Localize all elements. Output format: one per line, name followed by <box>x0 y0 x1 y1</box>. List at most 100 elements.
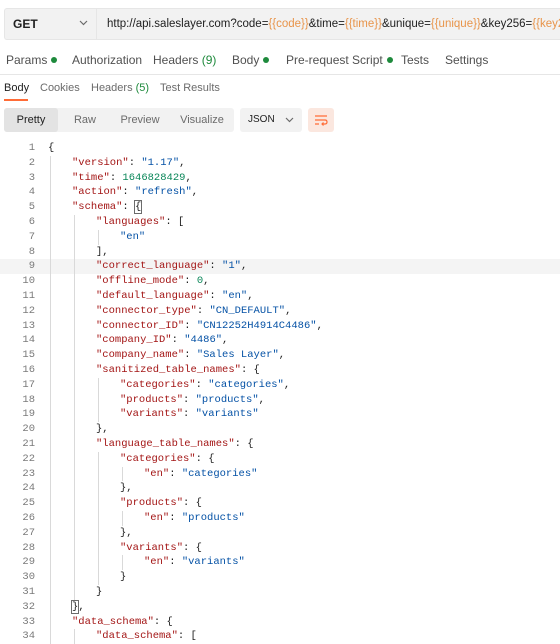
code-line: 10 "offline_mode": 0, <box>0 274 560 289</box>
tab-params[interactable]: Params <box>6 53 58 67</box>
format-select[interactable]: JSON <box>240 108 302 132</box>
code-text: "variants": "variants" <box>120 407 259 422</box>
code-line: 21 "language_table_names": { <box>0 437 560 452</box>
response-tab-cookies[interactable]: Cookies <box>40 82 80 94</box>
line-number: 1 <box>28 142 35 154</box>
line-number: 16 <box>22 364 35 376</box>
json-punctuation: : { <box>240 364 260 376</box>
status-dot-icon <box>51 57 58 63</box>
code-text: "language_table_names": { <box>96 437 254 452</box>
view-preview-button[interactable]: Preview <box>110 108 170 132</box>
url-variable: {{key256}} <box>532 18 560 30</box>
code-line: 14 "company_ID": "4486", <box>0 333 560 348</box>
url-variable: {{unique}} <box>430 18 481 30</box>
code-text: "en": "products" <box>144 511 245 526</box>
json-key: "en" <box>144 556 170 569</box>
tab-prerequest-script[interactable]: Pre-request Script <box>286 53 393 67</box>
wrap-lines-button[interactable] <box>308 108 334 132</box>
line-number: 21 <box>22 438 35 450</box>
code-text: "categories": "categories", <box>120 378 290 393</box>
code-text: }, <box>120 526 133 541</box>
json-punctuation: : <box>128 156 142 169</box>
line-number: 14 <box>22 334 35 347</box>
code-line: 29 "en": "variants" <box>0 555 560 570</box>
json-key: "schema" <box>72 201 123 214</box>
json-key: "products" <box>120 497 184 510</box>
json-punctuation: , <box>283 378 291 391</box>
json-punctuation: : <box>171 334 185 347</box>
json-punctuation: : <box>184 349 197 362</box>
code-text: ], <box>96 245 109 260</box>
json-key: "en" <box>144 512 170 524</box>
line-number: 28 <box>22 541 35 554</box>
code-line: 27}, <box>0 526 560 541</box>
tab-authorization[interactable]: Authorization <box>72 53 142 67</box>
json-punctuation: , <box>316 319 323 332</box>
tab-headers[interactable]: Headers (9) <box>153 53 216 67</box>
code-line: 6 "languages": [ <box>0 215 560 230</box>
json-punctuation: : { <box>234 438 254 450</box>
json-punctuation: , <box>179 156 186 169</box>
code-text: } <box>120 570 126 585</box>
code-text: "offline_mode": 0, <box>96 274 209 289</box>
json-key: "time" <box>72 171 110 184</box>
code-line: 26 "en": "products" <box>0 511 560 526</box>
indent-guide <box>98 229 99 245</box>
code-text: }, <box>120 481 133 496</box>
json-punctuation: , <box>78 600 85 613</box>
json-string: "1" <box>222 260 241 273</box>
response-tab-test-results[interactable]: Test Results <box>160 82 220 94</box>
json-string: "CN_DEFAULT" <box>209 304 286 317</box>
url-segment: http://api.saleslayer.com?code= <box>107 18 269 30</box>
json-string: "products" <box>195 393 259 406</box>
code-text: "sanitized_table_names": { <box>96 363 260 378</box>
tab-settings[interactable]: Settings <box>445 53 488 67</box>
json-punctuation: , <box>191 186 199 199</box>
method-select[interactable]: GET <box>4 8 96 40</box>
json-key: "connector_ID" <box>96 319 185 332</box>
line-number: 3 <box>28 171 35 184</box>
code-text: "variants": { <box>120 541 202 556</box>
line-number: 32 <box>22 600 35 613</box>
json-string: "variants" <box>195 408 259 421</box>
json-number: 1646828429 <box>122 171 186 184</box>
code-line: 3 "time": 1646828429, <box>0 171 560 186</box>
json-punctuation: }, <box>96 423 109 436</box>
json-key: "default_language" <box>96 290 210 302</box>
response-tab-headers[interactable]: Headers (5) <box>91 82 149 94</box>
view-raw-button[interactable]: Raw <box>60 108 110 132</box>
code-line: 16 "sanitized_table_names": { <box>0 363 560 378</box>
url-input[interactable]: http://api.saleslayer.com?code={{code}}&… <box>96 8 560 40</box>
code-line: 28 "variants": { <box>0 541 560 556</box>
code-line: 2 "version": "1.17", <box>0 156 560 171</box>
json-punctuation: : <box>122 186 136 199</box>
json-punctuation: }, <box>120 482 133 495</box>
line-number: 17 <box>22 378 35 391</box>
code-line: 25 "products": { <box>0 496 560 511</box>
line-number: 18 <box>22 393 35 406</box>
json-string: "en" <box>120 230 146 243</box>
json-key: "version" <box>72 156 129 169</box>
json-punctuation: : [ <box>177 630 197 643</box>
tab-tests[interactable]: Tests <box>401 53 429 67</box>
tab-headers-label: Headers <box>153 53 199 67</box>
line-number: 19 <box>22 408 35 421</box>
json-punctuation: : <box>196 304 210 317</box>
request-tabs: Params Authorization Headers (9) Body Pr… <box>0 48 560 72</box>
code-line: 34 "data_schema": [ <box>0 629 560 644</box>
indent-guide <box>74 215 75 600</box>
json-punctuation: } <box>96 586 103 598</box>
code-line: 4 "action": "refresh", <box>0 185 560 200</box>
json-punctuation: : <box>169 467 182 480</box>
response-tab-body[interactable]: Body <box>4 82 29 94</box>
code-line: 8], <box>0 245 560 260</box>
view-pretty-button[interactable]: Pretty <box>4 108 58 132</box>
tab-body[interactable]: Body <box>232 53 270 67</box>
json-key: "sanitized_table_names" <box>96 364 241 376</box>
json-punctuation: }, <box>120 526 133 539</box>
json-key: "data_schema" <box>72 615 154 628</box>
status-dot-icon <box>386 57 393 63</box>
view-visualize-button[interactable]: Visualize <box>170 108 234 132</box>
response-body-code[interactable]: 1{2 "version": "1.17", 3 "time": 1646828429… <box>0 141 560 644</box>
json-punctuation: , <box>285 304 292 317</box>
